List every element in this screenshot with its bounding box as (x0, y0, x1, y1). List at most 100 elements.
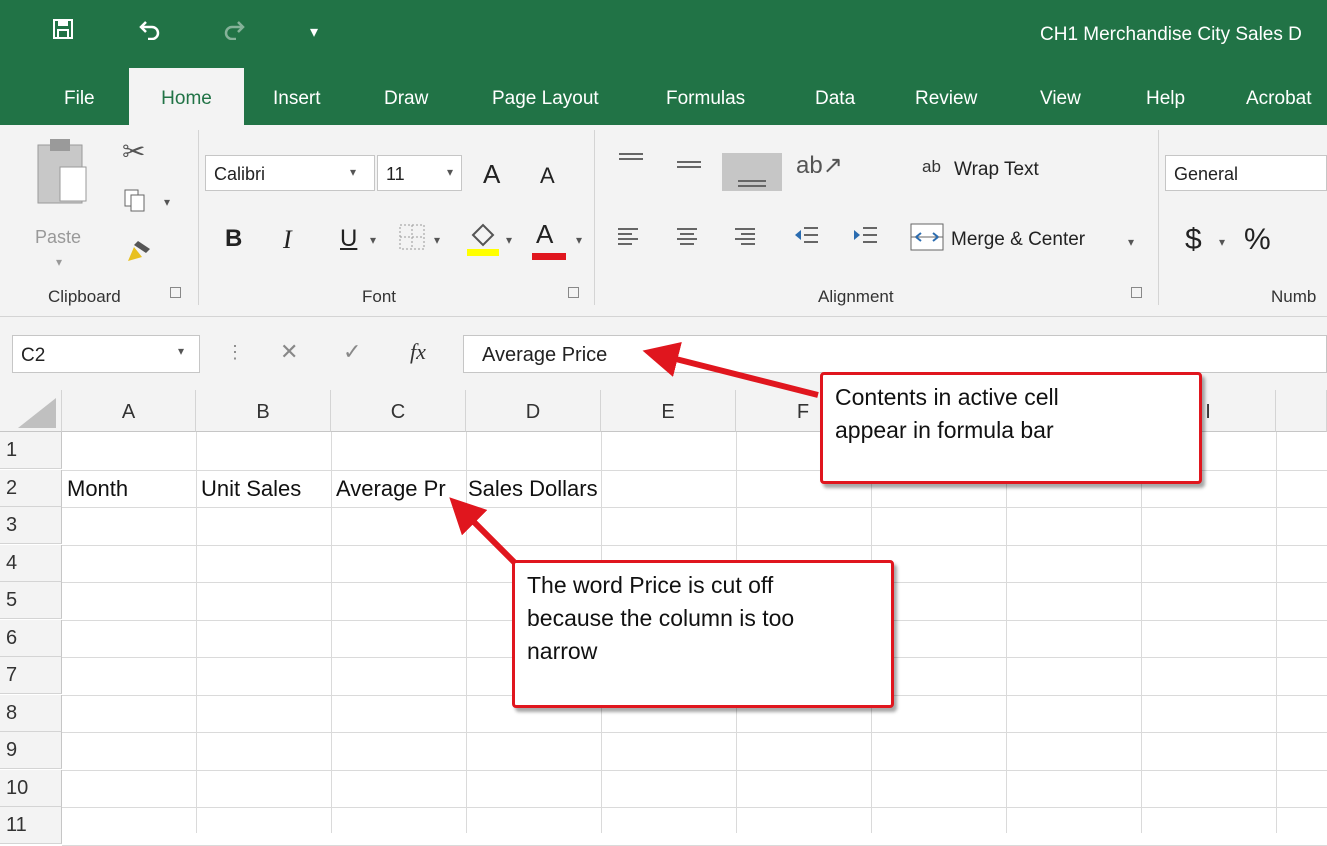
grid-column-line (331, 432, 332, 833)
callout-formula-bar-line: Contents in active cell (835, 384, 1059, 410)
number-group-label: Numb (1271, 287, 1317, 306)
window-title: CH1 Merchandise City Sales D (1040, 24, 1302, 45)
tab-draw[interactable]: Draw (384, 88, 428, 110)
borders-dropdown-icon[interactable]: ▾ (434, 233, 440, 247)
font-group-label: Font (362, 287, 397, 306)
grid-row-line (62, 844, 1327, 846)
column-header-a[interactable]: A (62, 390, 196, 432)
clipboard-launcher-icon[interactable] (170, 287, 181, 298)
format-painter-icon[interactable] (124, 239, 152, 271)
row-header-3[interactable]: 3 (0, 507, 62, 544)
decrease-indent-icon[interactable] (793, 225, 819, 251)
callout-formula-bar: Contents in active cell appear in formul… (820, 372, 1202, 484)
row-header-7[interactable]: 7 (0, 657, 62, 694)
copy-dropdown-icon[interactable]: ▾ (164, 195, 170, 209)
cell-c2[interactable]: Average Pr (336, 476, 446, 502)
clipboard-icon (37, 139, 87, 204)
grid-column-line (1006, 432, 1007, 833)
column-header-e[interactable]: E (601, 390, 736, 432)
grid-column-line (196, 432, 197, 833)
font-color-button[interactable]: A (536, 219, 553, 250)
underline-dropdown-icon[interactable]: ▾ (370, 233, 376, 247)
column-header-d[interactable]: D (466, 390, 601, 432)
grid-row-line (62, 732, 1327, 733)
formula-bar-grip-icon: ⋮ (226, 342, 244, 362)
borders-icon[interactable] (398, 223, 426, 257)
right-align-icon[interactable] (734, 227, 756, 251)
name-box-dropdown-icon[interactable]: ▾ (178, 344, 184, 358)
percent-button[interactable]: % (1244, 223, 1271, 257)
alignment-launcher-icon[interactable] (1131, 287, 1142, 298)
column-header-c[interactable]: C (331, 390, 466, 432)
grid-row-line (62, 544, 1327, 546)
tab-review[interactable]: Review (915, 88, 977, 110)
merge-center-dropdown-icon[interactable]: ▾ (1128, 235, 1134, 249)
row-header-8[interactable]: 8 (0, 694, 62, 732)
currency-button[interactable]: $ (1185, 223, 1202, 257)
tab-acrobat[interactable]: Acrobat (1246, 88, 1311, 110)
grid-column-line (1141, 432, 1142, 833)
formula-input[interactable]: Average Price (463, 335, 1327, 373)
cell-d2[interactable]: Sales Dollars (468, 476, 598, 502)
clipboard-group-label: Clipboard (48, 287, 121, 306)
row-header-2[interactable]: 2 (0, 469, 62, 507)
currency-dropdown-icon[interactable]: ▾ (1219, 235, 1225, 249)
tab-file[interactable]: File (64, 88, 95, 110)
select-all-corner[interactable] (0, 390, 62, 432)
cell-a2[interactable]: Month (67, 476, 128, 502)
increase-indent-icon[interactable] (852, 225, 878, 251)
save-icon[interactable] (52, 18, 74, 46)
tab-formulas[interactable]: Formulas (666, 88, 745, 110)
row-header-1[interactable]: 1 (0, 432, 62, 469)
row-header-6[interactable]: 6 (0, 619, 62, 657)
fill-color-dropdown-icon[interactable]: ▾ (506, 233, 512, 247)
cut-icon[interactable]: ✂ (122, 135, 145, 168)
underline-button[interactable]: U (340, 225, 357, 253)
merge-center-icon (910, 223, 944, 257)
shrink-font-button[interactable]: A (540, 163, 555, 189)
column-header-partial[interactable] (1276, 390, 1327, 432)
tab-home[interactable]: Home (129, 68, 244, 125)
tab-insert[interactable]: Insert (273, 88, 321, 110)
tab-page-layout[interactable]: Page Layout (492, 88, 599, 110)
merge-center-button[interactable]: Merge & Center (951, 229, 1085, 251)
redo-icon[interactable] (222, 18, 246, 46)
italic-button[interactable]: I (283, 225, 292, 255)
grid-column-line (1276, 432, 1277, 833)
tab-data[interactable]: Data (815, 88, 855, 110)
enter-icon[interactable]: ✓ (343, 339, 361, 365)
callout-cut-off-line: because the column is too (527, 605, 795, 631)
cell-b2[interactable]: Unit Sales (201, 476, 301, 502)
font-launcher-icon[interactable] (568, 287, 579, 298)
tab-help[interactable]: Help (1146, 88, 1185, 110)
number-format-dropdown[interactable]: General (1165, 155, 1327, 191)
grow-font-button[interactable]: A (483, 159, 500, 190)
wrap-text-button[interactable]: Wrap Text (954, 159, 1039, 181)
bold-button[interactable]: B (225, 225, 242, 253)
row-header-10[interactable]: 10 (0, 769, 62, 807)
wrap-text-icon: ab (922, 157, 941, 176)
name-box[interactable]: C2 (12, 335, 200, 373)
undo-icon[interactable] (138, 18, 162, 46)
middle-align-icon[interactable] (675, 155, 703, 179)
left-align-icon[interactable] (617, 227, 639, 251)
column-header-b[interactable]: B (196, 390, 331, 432)
cancel-icon[interactable]: ✕ (280, 339, 298, 365)
copy-icon[interactable] (124, 189, 146, 219)
fill-color-icon[interactable] (465, 221, 501, 263)
orientation-icon[interactable]: ab↗ (796, 151, 843, 180)
paste-button[interactable]: Paste ▾ (30, 137, 98, 269)
insert-function-button[interactable]: fx (410, 339, 426, 365)
center-align-icon[interactable] (676, 227, 698, 251)
tab-view[interactable]: View (1040, 88, 1081, 110)
row-header-9[interactable]: 9 (0, 732, 62, 769)
row-header-5[interactable]: 5 (0, 582, 62, 619)
bottom-align-button[interactable] (722, 153, 782, 191)
grid-row-line (62, 507, 1327, 508)
row-header-11[interactable]: 11 (0, 807, 62, 844)
customize-icon[interactable]: ▾ (310, 22, 318, 42)
top-align-icon[interactable] (617, 151, 645, 175)
font-color-dropdown-icon[interactable]: ▾ (576, 233, 582, 247)
row-header-4[interactable]: 4 (0, 544, 62, 582)
callout-cut-off-line: The word Price is cut off (527, 572, 774, 598)
